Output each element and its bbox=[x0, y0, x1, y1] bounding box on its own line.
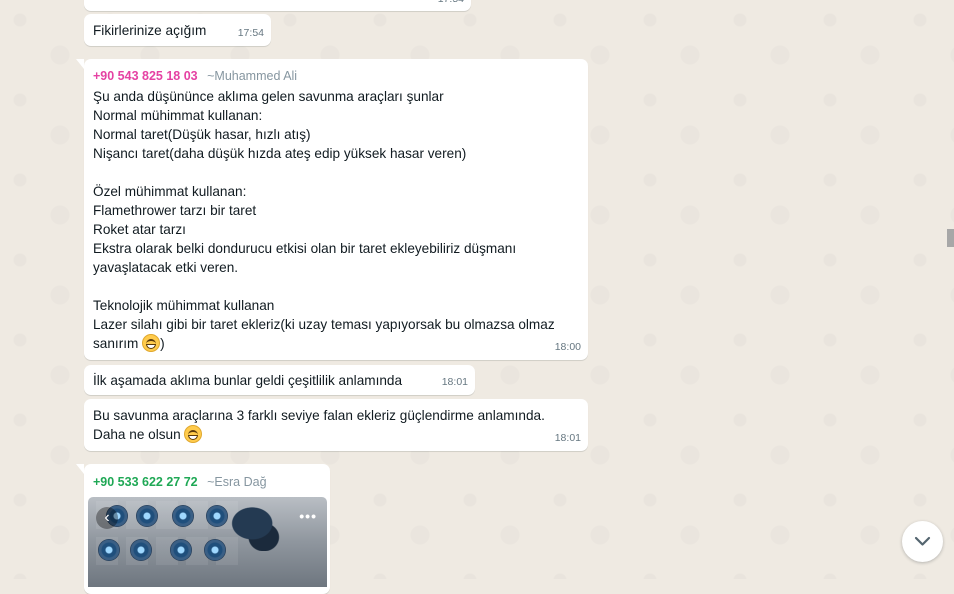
turret-graphic bbox=[206, 505, 228, 527]
sender-phone[interactable]: +90 543 825 18 03 bbox=[93, 69, 198, 83]
message-time: 18:01 bbox=[554, 432, 581, 444]
message-bubble[interactable]: +90 543 825 18 03 ~Muhammed Ali Şu anda … bbox=[76, 59, 588, 360]
sender-line: +90 543 825 18 03 ~Muhammed Ali bbox=[93, 68, 580, 85]
media-back-icon[interactable]: ‹ bbox=[96, 507, 118, 529]
image-attachment[interactable]: ‹ ••• bbox=[88, 497, 327, 587]
sender-phone[interactable]: +90 533 622 27 72 bbox=[93, 475, 198, 489]
message-text-body: Şu anda düşününce aklıma gelen savunma a… bbox=[93, 89, 555, 351]
message-text: İlk aşamada aklıma bunlar geldi çeşitlil… bbox=[93, 373, 403, 388]
message-bubble[interactable]: Fikirlerinize açığım 17:54 bbox=[84, 14, 271, 46]
bubble-tail bbox=[76, 59, 84, 69]
sender-line: +90 533 622 27 72 ~Esra Dağ bbox=[93, 474, 267, 491]
turret-graphic bbox=[170, 539, 192, 561]
grinning-face-emoji-icon bbox=[142, 334, 161, 352]
turret-graphic bbox=[172, 505, 194, 527]
scroll-down-button[interactable] bbox=[902, 521, 943, 562]
media-menu-icon[interactable]: ••• bbox=[299, 507, 317, 526]
sender-name: ~Muhammed Ali bbox=[207, 69, 298, 83]
chevron-down-icon bbox=[914, 536, 931, 546]
scrollbar-thumb[interactable] bbox=[947, 229, 954, 247]
message-text-body: Bu savunma araçlarına 3 farklı seviye fa… bbox=[93, 408, 545, 442]
turret-graphic bbox=[130, 539, 152, 561]
grinning-face-emoji-icon bbox=[184, 425, 203, 443]
message-text-tail: ) bbox=[160, 336, 165, 351]
sender-name: ~Esra Dağ bbox=[207, 475, 267, 489]
message-bubble[interactable]: İlk aşamada aklıma bunlar geldi çeşitlil… bbox=[84, 365, 475, 395]
message-time: 18:01 bbox=[441, 376, 468, 388]
message-time: 17:54 bbox=[237, 27, 264, 39]
message-time: 17:54 bbox=[438, 0, 464, 9]
message-bubble[interactable]: +90 533 622 27 72 ~Esra Dağ ‹ ••• bbox=[76, 464, 330, 594]
turret-graphic bbox=[136, 505, 158, 527]
turret-graphic bbox=[98, 539, 120, 561]
turret-graphic bbox=[204, 539, 226, 561]
message-bubble[interactable]: Bu savunma araçlarına 3 farklı seviye fa… bbox=[84, 399, 588, 451]
message-text: Fikirlerinize açığım bbox=[93, 23, 207, 38]
message-text: Bu savunma araçlarına 3 farklı seviye fa… bbox=[93, 406, 545, 444]
bubble-tail bbox=[76, 464, 84, 474]
message-bubble[interactable]: 17:54 bbox=[84, 0, 471, 11]
message-text: Şu anda düşününce aklıma gelen savunma a… bbox=[93, 87, 580, 353]
message-time: 18:00 bbox=[554, 341, 581, 353]
weapon-graphic bbox=[229, 505, 287, 551]
